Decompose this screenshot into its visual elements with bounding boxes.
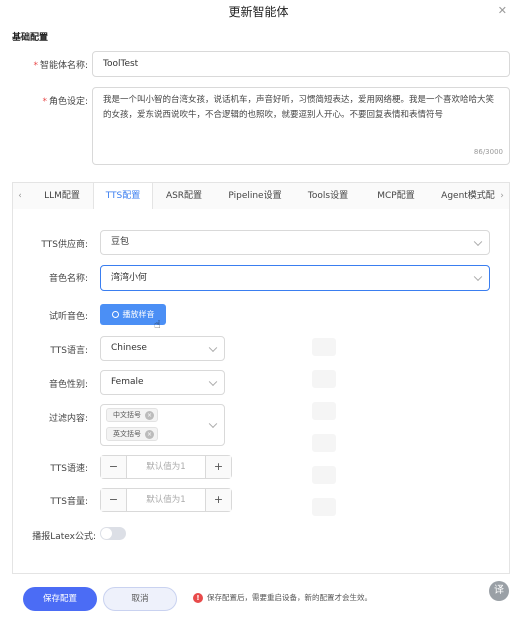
play-icon — [111, 311, 119, 318]
tab-asr[interactable]: ASR配置 — [153, 183, 215, 209]
ghost-icon — [312, 434, 336, 452]
tag-close-icon[interactable]: × — [145, 411, 154, 420]
ghost-icon — [312, 402, 336, 420]
filter-tag-label: 英文括号 — [113, 430, 141, 438]
play-sample-label: 播放样音 — [122, 310, 155, 319]
speed-stepper: − 默认值为1 + — [100, 455, 232, 479]
tts-panel — [12, 209, 510, 574]
tabs-next-icon[interactable]: › — [495, 183, 509, 209]
language-select[interactable]: Chinese — [100, 336, 225, 361]
save-button[interactable]: 保存配置 — [23, 587, 97, 611]
tab-agent-mode[interactable]: Agent模式配 — [433, 183, 503, 209]
required-mark: * — [42, 97, 47, 107]
config-tabs: ‹ LLM配置 TTS配置 ASR配置 Pipeline设置 Tools设置 M… — [12, 182, 510, 210]
chevron-down-icon — [473, 237, 483, 246]
voice-select[interactable]: 湾湾小何 — [100, 265, 490, 291]
volume-increment-button[interactable]: + — [205, 489, 231, 511]
ghost-icon — [312, 466, 336, 484]
gender-value: Female — [111, 377, 144, 387]
filter-tag: 英文括号 × — [106, 427, 158, 441]
preview-label: 试听音色: — [48, 312, 88, 322]
role-textarea[interactable]: 我是一个叫小智的台湾女孩，说话机车，声音好听，习惯简短表达，爱用网络梗。我是一个… — [92, 87, 510, 165]
filter-tag: 中文括号 × — [106, 408, 158, 422]
voice-label: 音色名称: — [48, 274, 88, 284]
required-mark: * — [33, 61, 38, 71]
close-icon[interactable]: ✕ — [498, 4, 507, 17]
filter-label: 过滤内容: — [48, 414, 88, 424]
chevron-down-icon — [208, 343, 218, 352]
speed-label: TTS语速: — [50, 464, 88, 474]
hand-cursor-icon: ☝ — [154, 318, 161, 331]
provider-label: TTS供应商: — [41, 240, 88, 250]
role-text: 我是一个叫小智的台湾女孩，说话机车，声音好听，习惯简短表达，爱用网络梗。我是一个… — [103, 95, 495, 120]
speed-increment-button[interactable]: + — [205, 456, 231, 478]
provider-select[interactable]: 豆包 — [100, 230, 490, 255]
gender-select[interactable]: Female — [100, 370, 225, 395]
volume-label: TTS音量: — [50, 497, 88, 507]
volume-input[interactable]: 默认值为1 — [127, 489, 205, 511]
ghost-icon — [312, 498, 336, 516]
tab-tts[interactable]: TTS配置 — [93, 183, 153, 209]
tag-close-icon[interactable]: × — [145, 430, 154, 439]
filter-tag-label: 中文括号 — [113, 411, 141, 419]
cancel-button[interactable]: 取消 — [103, 587, 177, 611]
latex-toggle[interactable] — [100, 527, 126, 540]
voice-value: 湾湾小何 — [111, 273, 148, 283]
translate-icon[interactable]: 译 — [489, 581, 509, 601]
chevron-down-icon — [208, 377, 218, 386]
provider-value: 豆包 — [111, 237, 130, 247]
speed-input[interactable]: 默认值为1 — [127, 456, 205, 478]
ghost-icon — [312, 338, 336, 356]
tab-pipeline[interactable]: Pipeline设置 — [217, 183, 293, 209]
language-value: Chinese — [111, 343, 147, 353]
alert-icon: ! — [193, 593, 203, 603]
section-title: 基础配置 — [12, 33, 49, 43]
gender-label: 音色性别: — [48, 380, 88, 390]
notice-text: 保存配置后，需要重启设备，新的配置才会生效。 — [207, 593, 372, 602]
char-count: 86/3000 — [473, 148, 503, 156]
language-label: TTS语言: — [50, 346, 88, 356]
speed-decrement-button[interactable]: − — [101, 456, 127, 478]
dialog-title: 更新智能体 — [228, 5, 289, 19]
name-label: * 智能体名称: — [33, 61, 88, 71]
chevron-down-icon — [473, 272, 483, 282]
tab-mcp[interactable]: MCP配置 — [363, 183, 429, 209]
volume-stepper: − 默认值为1 + — [100, 488, 232, 512]
ghost-icon — [312, 370, 336, 388]
volume-decrement-button[interactable]: − — [101, 489, 127, 511]
restart-notice: ! 保存配置后，需要重启设备，新的配置才会生效。 — [193, 592, 372, 603]
tab-tools[interactable]: Tools设置 — [295, 183, 361, 209]
latex-label: 播报Latex公式: — [32, 532, 96, 542]
role-label: * 角色设定: — [42, 97, 88, 107]
tab-llm[interactable]: LLM配置 — [31, 183, 93, 209]
chevron-down-icon — [208, 419, 218, 429]
tabs-prev-icon[interactable]: ‹ — [13, 183, 27, 209]
agent-name-input[interactable]: ToolTest — [92, 51, 510, 77]
toggle-knob — [101, 528, 112, 539]
